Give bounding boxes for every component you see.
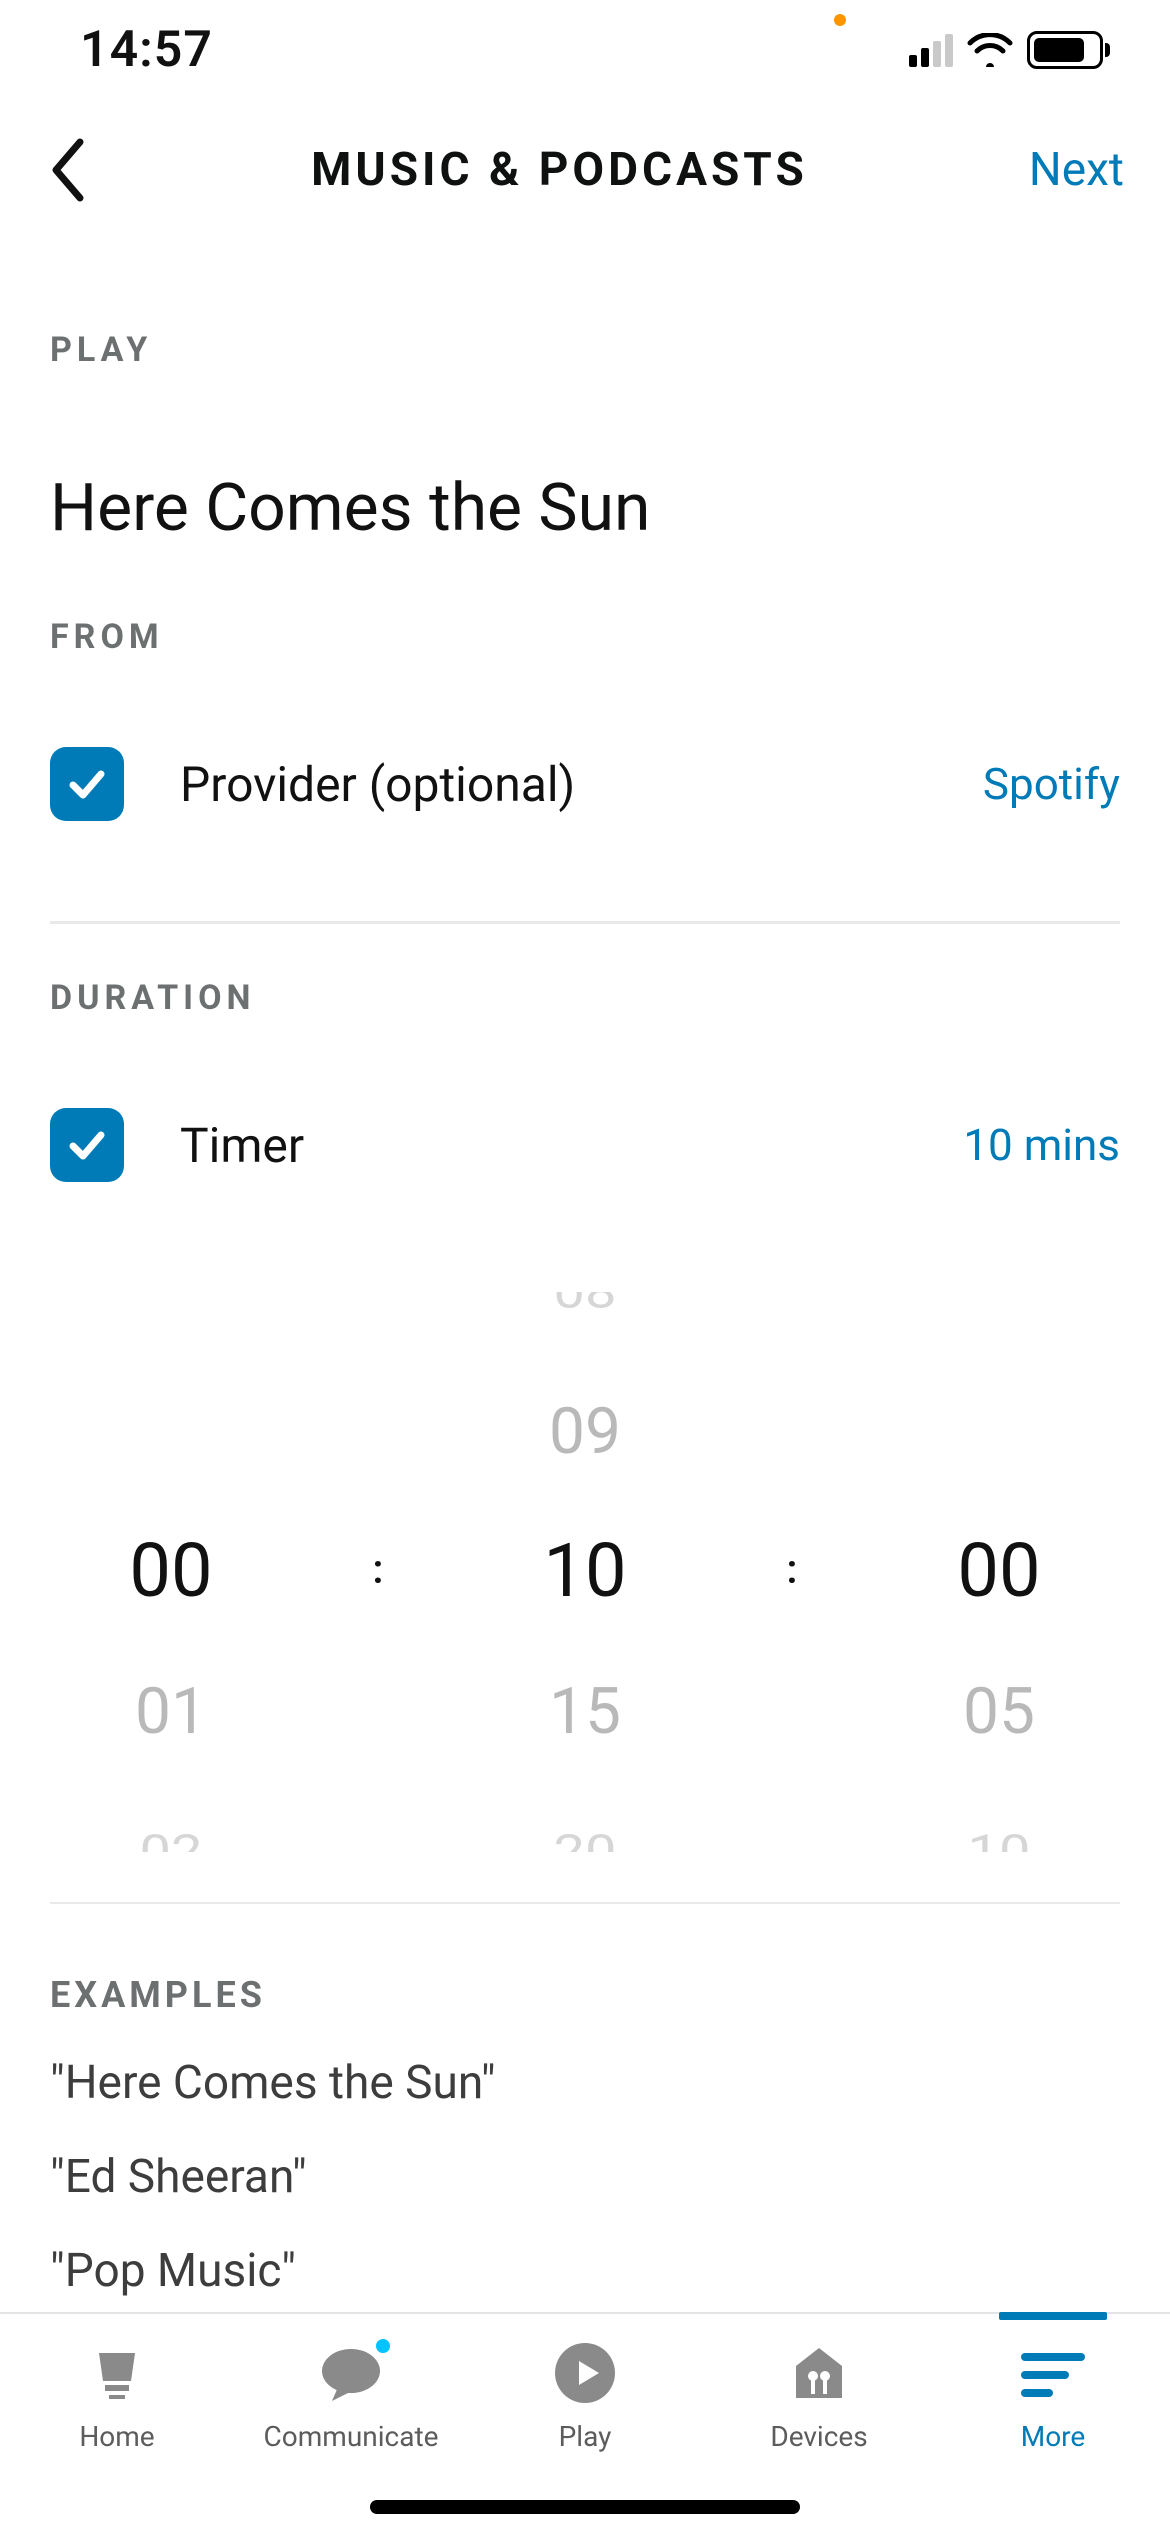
provider-label: Provider (optional) (180, 756, 983, 813)
timer-checkbox[interactable] (50, 1108, 124, 1182)
menu-icon (1017, 2340, 1089, 2406)
tab-more[interactable]: More (936, 2314, 1170, 2532)
picker-minutes-prev2: 08 (554, 1292, 617, 1349)
from-section-label: FROM (50, 617, 1120, 657)
play-circle-icon (553, 2340, 617, 2406)
tab-devices-label: Devices (770, 2420, 867, 2453)
cellular-signal-icon (909, 33, 953, 67)
divider (50, 1902, 1120, 1904)
picker-seconds-next2: 10 (968, 1795, 1031, 1852)
picker-minutes-prev: 09 (549, 1362, 621, 1502)
duration-section-label: DURATION (50, 978, 1120, 1018)
provider-value[interactable]: Spotify (983, 758, 1120, 810)
privacy-dot-icon (834, 14, 846, 26)
divider (50, 921, 1120, 924)
picker-hours-selected: 00 (129, 1502, 212, 1642)
home-indicator[interactable] (370, 2500, 800, 2514)
timer-label: Timer (180, 1117, 963, 1174)
picker-hours-next2: 02 (140, 1795, 203, 1852)
example-item: "Ed Sheeran" (50, 2150, 1120, 2204)
timer-value: 10 mins (963, 1119, 1120, 1171)
picker-colon: : (787, 1546, 798, 1599)
tab-bar: Home Communicate Play (0, 2312, 1170, 2532)
active-tab-indicator (999, 2312, 1107, 2320)
check-icon (65, 762, 109, 806)
play-section-label: PLAY (50, 330, 1120, 370)
home-icon (87, 2340, 147, 2406)
picker-minutes-selected: 10 (543, 1502, 626, 1642)
timer-row[interactable]: Timer 10 mins (50, 1108, 1120, 1182)
tab-communicate-label: Communicate (264, 2420, 439, 2453)
status-bar: 14:57 (0, 0, 1170, 100)
battery-icon (1027, 31, 1110, 69)
picker-seconds-selected: 00 (957, 1502, 1040, 1642)
page-title: MUSIC & PODCASTS (311, 143, 808, 197)
song-title-input[interactable]: Here Comes the Sun (50, 470, 1120, 547)
example-item: "Pop Music" (50, 2244, 1120, 2298)
next-button[interactable]: Next (1029, 143, 1124, 197)
provider-row[interactable]: Provider (optional) Spotify (50, 747, 1120, 821)
nav-header: MUSIC & PODCASTS Next (0, 100, 1170, 240)
status-time: 14:57 (80, 21, 213, 79)
picker-seconds-next: 05 (963, 1642, 1035, 1782)
tab-more-label: More (1021, 2420, 1086, 2453)
picker-colon: : (373, 1546, 384, 1599)
check-icon (65, 1123, 109, 1167)
picker-minutes-next2: 20 (554, 1795, 617, 1852)
notification-dot-icon (373, 2336, 393, 2356)
tab-home[interactable]: Home (0, 2314, 234, 2532)
picker-minutes-next: 15 (549, 1642, 621, 1782)
picker-hours-next: 01 (135, 1642, 207, 1782)
chevron-left-icon (46, 134, 90, 206)
status-right-cluster (909, 31, 1110, 69)
tab-play-label: Play (559, 2420, 612, 2453)
tab-home-label: Home (79, 2420, 154, 2453)
provider-checkbox[interactable] (50, 747, 124, 821)
wifi-icon (967, 33, 1013, 67)
time-picker[interactable]: 00 01 02 : 08 09 10 15 20 : 00 05 (50, 1292, 1120, 1852)
picker-seconds-column[interactable]: 00 05 10 (894, 1292, 1104, 1852)
picker-hours-column[interactable]: 00 01 02 (66, 1292, 276, 1852)
back-button[interactable] (46, 134, 90, 206)
example-item: "Here Comes the Sun" (50, 2056, 1120, 2110)
devices-icon (788, 2340, 850, 2406)
picker-minutes-column[interactable]: 08 09 10 15 20 (480, 1292, 690, 1852)
examples-section-label: EXAMPLES (50, 1974, 1120, 2016)
